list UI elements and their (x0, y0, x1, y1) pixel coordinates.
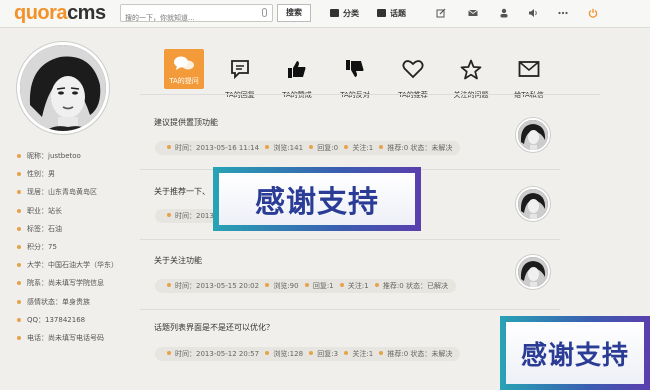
tab-upvotes-label: TA的赞成 (282, 91, 312, 99)
tab-questions-label: TA的提问 (169, 77, 199, 85)
nav-category-label: 分类 (343, 9, 359, 18)
tab-upvotes[interactable]: TA的赞成 (271, 49, 323, 100)
profile-university: 大学：中国石油大学（华东） (17, 261, 127, 270)
edit-icon[interactable] (436, 8, 446, 18)
tabs-divider (140, 94, 600, 95)
nav-topic-label: 话题 (390, 9, 406, 18)
author-avatar[interactable] (516, 118, 550, 152)
profile-points: 积分：75 (17, 243, 127, 252)
user-icon[interactable] (499, 8, 509, 18)
meta-views: 浏览:141 (273, 144, 304, 152)
tab-downvotes-label: TA的反对 (340, 91, 370, 99)
meta-views: 浏览:128 (273, 350, 304, 358)
profile-occupation: 职业：站长 (17, 207, 127, 216)
tab-replies[interactable]: TA的回复 (214, 49, 266, 100)
tab-private-message[interactable]: 给TA私信 (503, 49, 555, 100)
thanks-banner: 感谢支持 (500, 316, 650, 390)
site-logo[interactable]: quoracms (14, 2, 106, 25)
thumbs-down-icon (346, 60, 364, 77)
topic-icon (377, 9, 386, 17)
meta-status: 推荐:0 状态：已解决 (382, 282, 448, 290)
star-icon (460, 59, 482, 79)
question-title[interactable]: 关于推荐一下、 (154, 186, 210, 197)
author-avatar[interactable] (516, 255, 550, 289)
meta-replies: 回复:3 (317, 350, 339, 358)
search-box (120, 4, 273, 26)
profile-avatar[interactable] (17, 42, 109, 134)
meta-follows: 关注:1 (352, 144, 374, 152)
nav-topic[interactable]: 话题 (377, 8, 406, 19)
question-title[interactable]: 话题列表界面是不是还可以优化？ (154, 322, 274, 333)
search-input[interactable] (121, 10, 256, 26)
thumbs-up-icon (288, 61, 306, 78)
profile-relationship: 感情状态：单身贵族 (17, 298, 127, 307)
more-icon[interactable] (558, 8, 568, 18)
question-title[interactable]: 建议提供置顶功能 (154, 117, 218, 128)
thanks-banner-text: 感谢支持 (219, 173, 415, 225)
tab-questions[interactable]: TA的提问 (158, 49, 210, 89)
profile-info-list: 昵称：justbetoo 性别：男 现居：山东青岛黄岛区 职业：站长 标签：石油… (17, 152, 127, 352)
author-avatar-image (518, 189, 548, 219)
author-avatar-image (518, 120, 548, 150)
profile-tags: 标签：石油 (17, 225, 127, 234)
top-bar: quoracms 搜索 分类 话题 (0, 0, 650, 28)
meta-time: 时间：2013-05-12 20:57 (175, 350, 260, 358)
meta-status: 推荐:0 状态：未解决 (387, 144, 453, 152)
profile-qq: QQ：137842168 (17, 316, 127, 325)
tab-downvotes[interactable]: TA的反对 (329, 49, 381, 100)
tab-private-message-label: 给TA私信 (514, 91, 544, 99)
meta-follows: 关注:1 (347, 282, 369, 290)
tab-recommendations[interactable]: TA的推荐 (387, 49, 439, 100)
meta-follows: 关注:1 (352, 350, 374, 358)
category-icon (330, 9, 339, 17)
profile-phone: 电话：尚未填写电话号码 (17, 334, 127, 343)
profile-location: 现居：山东青岛黄岛区 (17, 188, 127, 197)
question-item: 建议提供置顶功能 时间：2013-05-16 11:14 浏览:141 回复:0… (140, 110, 560, 170)
question-item: 话题列表界面是不是还可以优化？ 时间：2013-05-12 20:57 浏览:1… (140, 310, 560, 385)
mail-icon[interactable] (468, 8, 478, 18)
nav-category[interactable]: 分类 (330, 8, 359, 19)
question-meta: 时间：2013-05-16 11:14 浏览:141 回复:0 关注:1 推荐:… (155, 141, 461, 155)
microphone-icon[interactable] (262, 8, 267, 17)
meta-replies: 回复:1 (312, 282, 334, 290)
heart-icon (402, 60, 424, 79)
profile-gender: 性别：男 (17, 170, 127, 179)
question-item: 关于关注功能 时间：2013-05-15 20:02 浏览:90 回复:1 关注… (140, 240, 560, 310)
envelope-icon (518, 61, 540, 77)
tab-replies-label: TA的回复 (225, 91, 255, 99)
comment-icon (231, 60, 249, 79)
portrait-image (20, 45, 106, 131)
meta-views: 浏览:90 (273, 282, 299, 290)
author-avatar[interactable] (516, 187, 550, 221)
meta-time: 时间：2013-05-15 20:02 (175, 282, 260, 290)
thanks-banner-text: 感谢支持 (506, 322, 644, 384)
logo-text-cms: cms (67, 2, 106, 24)
meta-replies: 回复:0 (317, 144, 339, 152)
search-button[interactable]: 搜索 (277, 4, 311, 22)
speech-bubbles-icon (174, 56, 194, 70)
question-meta: 时间：2013-05-15 20:02 浏览:90 回复:1 关注:1 推荐:0… (155, 279, 456, 293)
meta-status: 推荐:0 状态：未解决 (387, 350, 453, 358)
thanks-banner: 感谢支持 (213, 167, 421, 231)
meta-time: 时间：2013-05-16 11:14 (175, 144, 260, 152)
logo-text-quora: quora (14, 2, 68, 24)
sound-icon[interactable] (528, 8, 538, 18)
profile-nickname: 昵称：justbetoo (17, 152, 127, 161)
question-meta: 时间：2013-05-12 20:57 浏览:128 回复:3 关注:1 推荐:… (155, 347, 461, 361)
tab-recommendations-label: TA的推荐 (398, 91, 428, 99)
tab-followed-questions[interactable]: 关注的问题 (445, 49, 497, 100)
power-icon[interactable] (588, 8, 598, 18)
tab-followed-questions-label: 关注的问题 (453, 91, 489, 99)
profile-department: 院系：尚未填写学院信息 (17, 279, 127, 288)
author-avatar-image (518, 257, 548, 287)
question-title[interactable]: 关于关注功能 (154, 255, 202, 266)
